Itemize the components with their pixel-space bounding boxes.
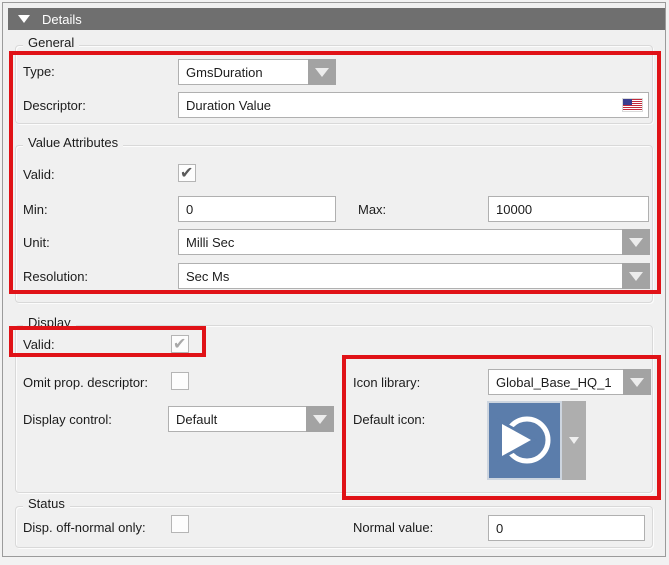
chevron-down-icon — [629, 238, 643, 247]
disp-off-normal-label: Disp. off-normal only: — [23, 520, 146, 535]
unit-combobox[interactable]: Milli Sec — [178, 229, 650, 255]
normal-value-input[interactable] — [489, 521, 644, 536]
group-display-legend: Display — [23, 316, 76, 330]
group-status-legend: Status — [23, 497, 70, 511]
display-control-label: Display control: — [23, 412, 112, 427]
icon-library-combobox[interactable]: Global_Base_HQ_1 — [488, 369, 651, 395]
chevron-down-icon — [629, 272, 643, 281]
chevron-down-icon — [630, 378, 644, 387]
display-control-combobox[interactable]: Default — [168, 406, 334, 432]
us-flag-icon — [623, 99, 642, 111]
chevron-down-icon — [315, 68, 329, 77]
type-label: Type: — [23, 64, 55, 79]
resolution-dropdown-button[interactable] — [622, 263, 650, 289]
chevron-down-icon — [569, 437, 579, 444]
default-icon-picker[interactable] — [487, 401, 586, 480]
group-general-legend: General — [23, 36, 79, 50]
display-valid-checkbox[interactable] — [171, 335, 189, 353]
min-field-wrap — [178, 196, 336, 222]
normal-value-label: Normal value: — [353, 520, 433, 535]
omit-prop-descriptor-label: Omit prop. descriptor: — [23, 375, 148, 390]
icon-library-label: Icon library: — [353, 375, 420, 390]
resolution-combobox-value: Sec Ms — [178, 263, 622, 289]
disp-off-normal-checkbox[interactable] — [171, 515, 189, 533]
unit-label: Unit: — [23, 235, 50, 250]
resolution-combobox[interactable]: Sec Ms — [178, 263, 650, 289]
unit-combobox-value: Milli Sec — [178, 229, 622, 255]
descriptor-field-wrap — [178, 92, 649, 118]
default-icon-label: Default icon: — [353, 412, 425, 427]
type-combobox[interactable]: GmsDuration — [178, 59, 336, 85]
max-label: Max: — [358, 202, 386, 217]
default-icon-dropdown-button[interactable] — [562, 401, 586, 480]
icon-library-combobox-value: Global_Base_HQ_1 — [488, 369, 623, 395]
min-input[interactable] — [179, 202, 335, 217]
panel-frame: Details General Value Attributes Display… — [2, 2, 666, 557]
resolution-label: Resolution: — [23, 269, 88, 284]
omit-prop-descriptor-checkbox[interactable] — [171, 372, 189, 390]
chevron-down-icon — [313, 415, 327, 424]
descriptor-input[interactable] — [179, 98, 623, 113]
type-dropdown-button[interactable] — [308, 59, 336, 85]
group-value-attributes-legend: Value Attributes — [23, 136, 123, 150]
display-valid-label: Valid: — [23, 337, 55, 352]
max-input[interactable] — [489, 202, 648, 217]
descriptor-label: Descriptor: — [23, 98, 86, 113]
details-header[interactable]: Details — [8, 8, 665, 30]
panel-title: Details — [42, 12, 82, 27]
unit-dropdown-button[interactable] — [622, 229, 650, 255]
type-combobox-value: GmsDuration — [178, 59, 308, 85]
normal-value-field-wrap — [488, 515, 645, 541]
details-panel: Details General Value Attributes Display… — [0, 0, 669, 565]
max-field-wrap — [488, 196, 649, 222]
icon-library-dropdown-button[interactable] — [623, 369, 651, 395]
va-valid-checkbox[interactable] — [178, 164, 196, 182]
play-into-circle-icon[interactable] — [487, 401, 562, 480]
display-control-dropdown-button[interactable] — [306, 406, 334, 432]
min-label: Min: — [23, 202, 48, 217]
collapse-chevron-icon[interactable] — [18, 15, 30, 23]
display-control-combobox-value: Default — [168, 406, 306, 432]
va-valid-label: Valid: — [23, 167, 55, 182]
